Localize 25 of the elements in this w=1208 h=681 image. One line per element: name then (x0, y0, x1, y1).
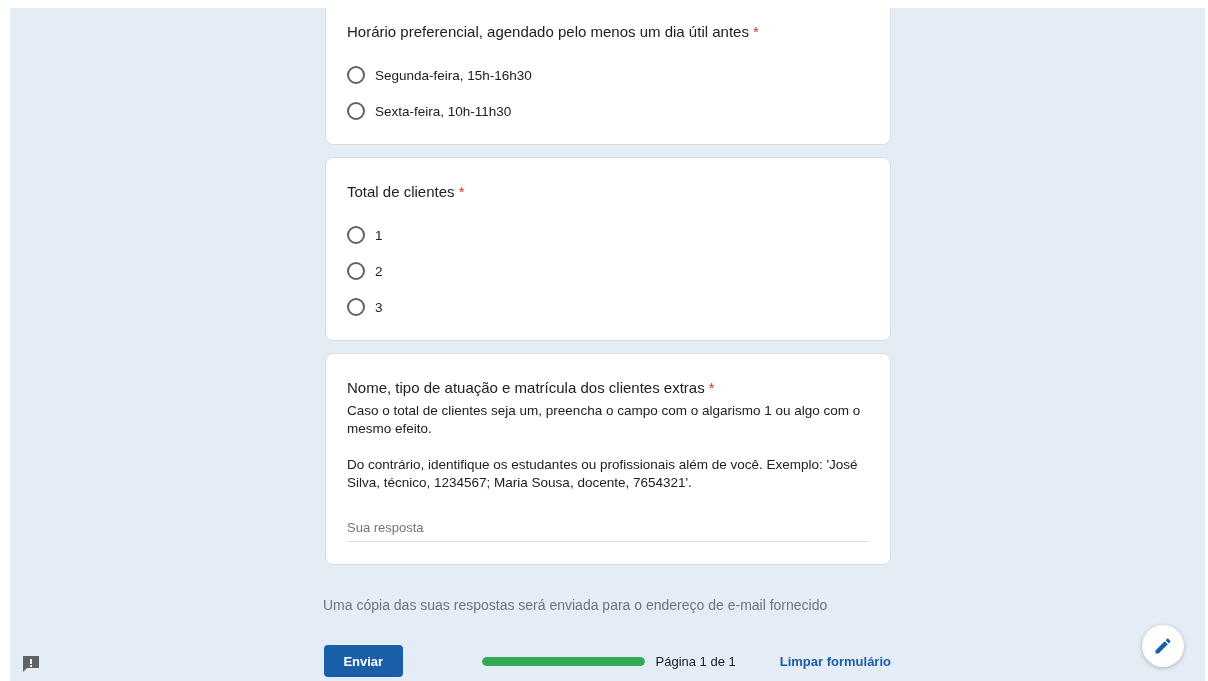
option-label[interactable]: Segunda-feira, 15h-16h30 (375, 67, 532, 83)
clear-form-link[interactable]: Limpar formulário (779, 653, 891, 669)
radio-button[interactable] (347, 66, 365, 84)
submit-button[interactable]: Enviar (324, 645, 403, 677)
radio-button[interactable] (347, 262, 365, 280)
option-label[interactable]: 2 (375, 263, 383, 279)
radio-button[interactable] (347, 102, 365, 120)
required-mark: * (707, 379, 715, 396)
edit-button[interactable] (1142, 625, 1184, 667)
required-mark: * (752, 23, 759, 40)
option-label[interactable]: 3 (375, 299, 383, 315)
option-label[interactable]: Sexta-feira, 10h-11h30 (375, 103, 512, 119)
question-description: Caso o total de clientes seja um, preencha o campo com o algarismo 1 ou algo com o mesmo efeito. (347, 402, 862, 438)
radio-button[interactable] (347, 226, 365, 244)
required-mark: * (457, 183, 465, 200)
question-description: Do contrário, identifique os estudantes ou profissionais além de você. Exemplo: 'José Silva, técnico, 1234567; Maria Sousa, docente, 7654321'. (347, 456, 859, 492)
question-title: Horário preferencial, agendado pelo menos um dia útil antes * (347, 22, 760, 42)
radio-button[interactable] (347, 298, 365, 316)
question-title: Total de clientes * (347, 182, 466, 202)
pencil-icon (1153, 636, 1173, 656)
option-label[interactable]: 1 (375, 227, 383, 243)
page-indicator: Página 1 de 1 (655, 653, 736, 669)
feedback-icon[interactable] (21, 654, 41, 674)
copy-notice: Uma cópia das suas respostas será enviada para o endereço de e-mail fornecido (323, 597, 829, 613)
question-title: Nome, tipo de atuação e matrícula dos clientes extras * (347, 378, 716, 398)
